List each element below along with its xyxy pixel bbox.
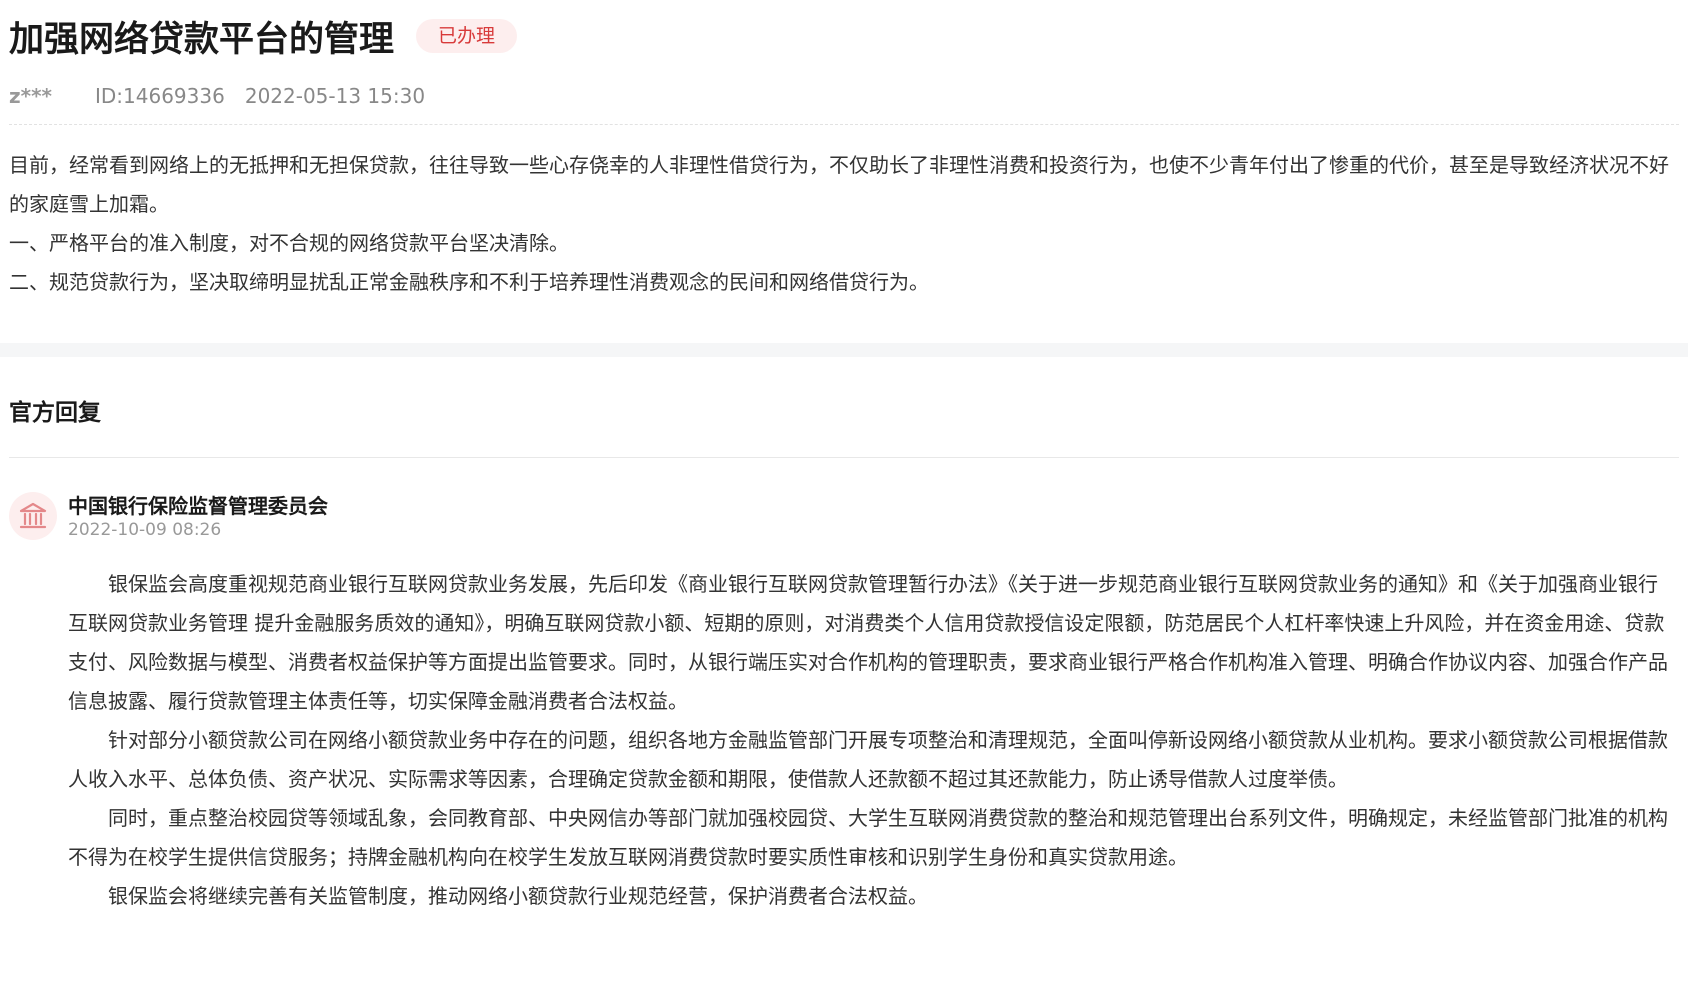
- question-paragraph: 二、规范贷款行为，坚决取缔明显扰乱正常金融秩序和不利于培养理性消费观念的民间和网…: [9, 270, 929, 294]
- reply-divider: [9, 457, 1679, 458]
- author-name: z***: [9, 84, 53, 108]
- reply-paragraph: 同时，重点整治校园贷等领域乱象，会同教育部、中央网信办等部门就加强校园贷、大学生…: [68, 806, 1668, 869]
- question-paragraph: 一、严格平台的准入制度，对不合规的网络贷款平台坚决清除。: [9, 231, 569, 255]
- reply-paragraph: 银保监会将继续完善有关监管制度，推动网络小额贷款行业规范经营，保护消费者合法权益…: [108, 884, 928, 908]
- official-reply-heading: 官方回复: [9, 400, 101, 426]
- question-content: 目前，经常看到网络上的无抵押和无担保贷款，往往导致一些心存侥幸的人非理性借贷行为…: [9, 146, 1679, 302]
- title-row: 加强网络贷款平台的管理 已办理: [9, 12, 518, 60]
- petition-detail-page: 加强网络贷款平台的管理 已办理 z*** ID:14669336 2022-05…: [0, 0, 1688, 991]
- post-id: ID:14669336: [95, 84, 225, 108]
- post-meta: z*** ID:14669336 2022-05-13 15:30: [9, 80, 425, 112]
- question-paragraph: 目前，经常看到网络上的无抵押和无担保贷款，往往导致一些心存侥幸的人非理性借贷行为…: [9, 153, 1669, 216]
- reply-paragraph: 银保监会高度重视规范商业银行互联网贷款业务发展，先后印发《商业银行互联网贷款管理…: [68, 572, 1668, 713]
- reply-datetime: 2022-10-09 08:26: [68, 520, 222, 540]
- reply-paragraph: 针对部分小额贷款公司在网络小额贷款业务中存在的问题，组织各地方金融监管部门开展专…: [68, 728, 1668, 791]
- status-badge: 已办理: [416, 19, 518, 53]
- reply-org-name: 中国银行保险监督管理委员会: [68, 494, 328, 518]
- page-title: 加强网络贷款平台的管理: [9, 19, 395, 60]
- section-separator: [0, 343, 1688, 357]
- header-divider: [9, 124, 1679, 125]
- post-datetime: 2022-05-13 15:30: [244, 84, 426, 108]
- reply-content: 银保监会高度重视规范商业银行互联网贷款业务发展，先后印发《商业银行互联网贷款管理…: [68, 565, 1668, 916]
- bank-building-icon: [9, 492, 57, 540]
